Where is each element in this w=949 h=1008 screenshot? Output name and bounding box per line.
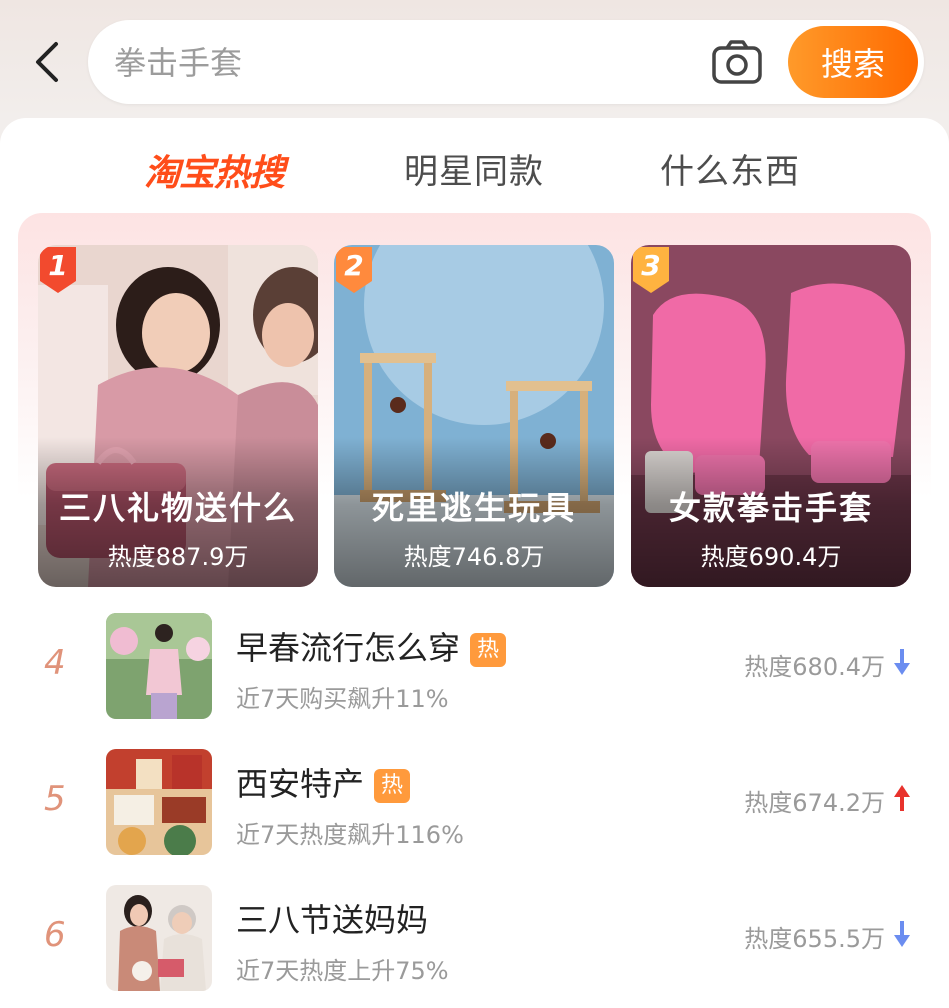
rank-badge-1: 1 bbox=[40, 247, 76, 293]
item-heat: 热度674.2万 bbox=[744, 789, 885, 817]
list-item[interactable]: 5 西安特产热 近7天热度飙升116% 热度674.2万 bbox=[0, 749, 949, 859]
back-icon[interactable] bbox=[28, 38, 68, 86]
item-thumbnail bbox=[106, 613, 212, 719]
search-box: 搜索 bbox=[88, 20, 924, 104]
card-3-heat: 热度690.4万 bbox=[700, 543, 842, 571]
top-card-1[interactable]: 1 三八礼物送什么 热度887.9万 bbox=[38, 245, 318, 587]
top-card-2[interactable]: 2 死里逃生玩具 热度746.8万 bbox=[334, 245, 614, 587]
list-item[interactable]: 6 三八节送妈妈 近7天热度上升75% 热度655.5万 bbox=[0, 885, 949, 995]
trend-down-icon bbox=[893, 647, 911, 677]
item-title: 西安特产热 bbox=[236, 759, 411, 805]
trend-down-icon bbox=[893, 919, 911, 949]
item-heat: 热度680.4万 bbox=[744, 653, 885, 681]
item-title: 早春流行怎么穿热 bbox=[236, 623, 507, 669]
item-subtitle: 近7天热度上升75% bbox=[236, 957, 449, 985]
search-button[interactable]: 搜索 bbox=[788, 26, 918, 98]
rank-number: 5 bbox=[44, 779, 66, 819]
item-subtitle: 近7天购买飙升11% bbox=[236, 685, 449, 713]
item-title: 三八节送妈妈 bbox=[236, 901, 429, 939]
camera-icon[interactable] bbox=[710, 38, 764, 86]
item-thumbnail bbox=[106, 749, 212, 855]
item-heat: 热度655.5万 bbox=[744, 925, 885, 953]
rank-number: 4 bbox=[44, 643, 66, 683]
item-subtitle: 近7天热度飙升116% bbox=[236, 821, 464, 849]
top-card-3[interactable]: 3 女款拳击手套 热度690.4万 bbox=[631, 245, 911, 587]
list-item[interactable]: 4 早春流行怎么穿热 近7天购买飙升11% 热度680.4万 bbox=[0, 613, 949, 723]
rank-badge-2: 2 bbox=[336, 247, 372, 293]
rank-number: 6 bbox=[44, 915, 66, 955]
tab-taobao-hot-search[interactable]: 淘宝热搜 bbox=[144, 144, 285, 196]
search-input[interactable] bbox=[112, 38, 676, 88]
top-search-bar: 搜索 bbox=[0, 0, 949, 120]
rank-badge-3: 3 bbox=[633, 247, 669, 293]
card-1-heat: 热度887.9万 bbox=[107, 543, 249, 571]
item-thumbnail bbox=[106, 885, 212, 991]
card-3-title: 女款拳击手套 bbox=[668, 489, 873, 527]
hot-tag: 热 bbox=[470, 633, 507, 667]
hot-tag: 热 bbox=[374, 769, 411, 803]
card-2-heat: 热度746.8万 bbox=[403, 543, 545, 571]
tab-celebrity-same[interactable]: 明星同款 bbox=[404, 144, 544, 193]
tab-bar: 淘宝热搜 明星同款 什么东西 bbox=[0, 136, 949, 196]
card-2-title: 死里逃生玩具 bbox=[371, 489, 576, 527]
trend-up-icon bbox=[893, 783, 911, 813]
tab-what-is-this[interactable]: 什么东西 bbox=[660, 144, 800, 193]
hot-search-panel: 淘宝热搜 明星同款 什么东西 1 三八礼物送什么 热度887.9万 2 死里逃生… bbox=[0, 118, 949, 1008]
card-1-title: 三八礼物送什么 bbox=[58, 489, 297, 527]
